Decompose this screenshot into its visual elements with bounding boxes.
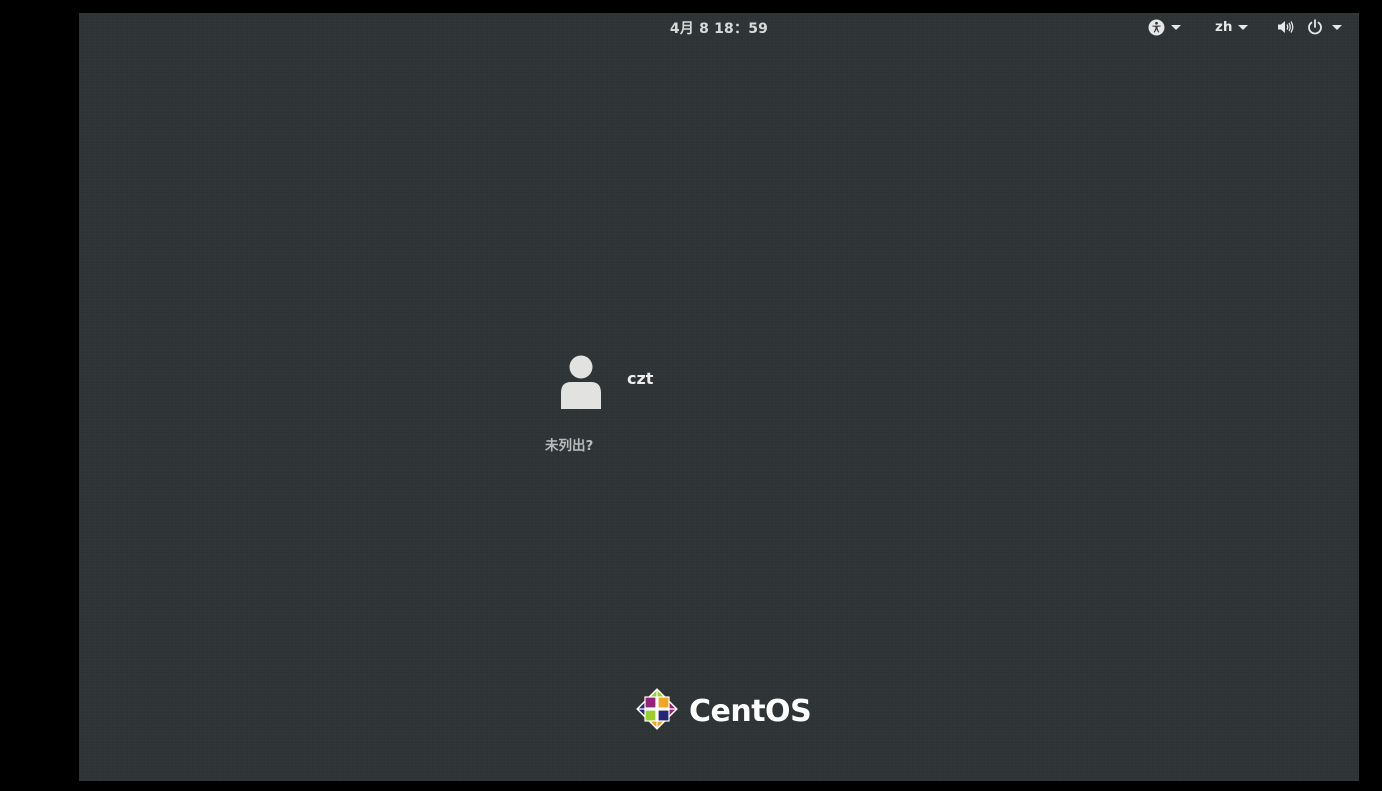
chevron-down-icon (1171, 24, 1181, 30)
language-label: zh (1215, 19, 1233, 35)
accessibility-menu[interactable] (1148, 17, 1181, 37)
language-menu[interactable]: zh (1215, 17, 1249, 37)
user-avatar-icon (545, 351, 617, 413)
top-bar: 4月 8 18：59 zh (79, 13, 1359, 41)
centos-logo-text: CentOS (689, 693, 812, 729)
username-label: czt (627, 368, 654, 388)
login-screen: 4月 8 18：59 zh czt 未列出? CentOS (79, 13, 1359, 781)
user-list-item[interactable]: czt (545, 351, 653, 413)
centos-logo-icon (632, 684, 682, 738)
chevron-down-icon (1332, 24, 1342, 30)
not-listed-link[interactable]: 未列出? (545, 434, 593, 454)
power-icon (1307, 19, 1323, 35)
system-menu[interactable] (1277, 17, 1342, 37)
accessibility-icon (1148, 19, 1165, 36)
chevron-down-icon (1238, 24, 1249, 30)
volume-icon (1277, 19, 1295, 35)
centos-logo: CentOS (632, 684, 812, 738)
